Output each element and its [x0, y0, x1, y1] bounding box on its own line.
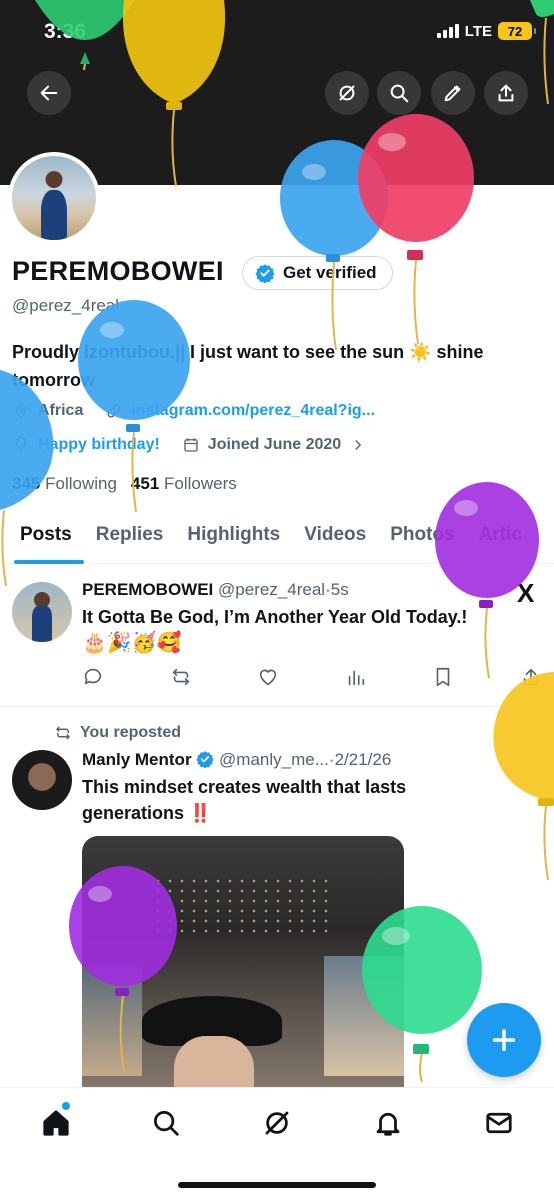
- back-arrow-icon: [40, 85, 58, 101]
- post-author-handle[interactable]: @manly_me...: [219, 750, 329, 769]
- bell-icon: [376, 1112, 400, 1136]
- post-header: PEREMOBOWEI @perez_4real·5s: [82, 580, 349, 600]
- profile-handle: @perez_4real: [12, 296, 120, 315]
- back-button[interactable]: [27, 71, 71, 115]
- tab-videos[interactable]: Videos: [292, 514, 378, 563]
- post-time: 5s: [330, 580, 349, 599]
- grok-button[interactable]: [325, 71, 369, 115]
- share-post-icon[interactable]: [520, 666, 542, 688]
- mail-icon: [486, 1112, 512, 1134]
- network-type: LTE: [464, 22, 492, 40]
- search-icon: [390, 84, 409, 103]
- status-indicators: LTE 72: [436, 22, 536, 40]
- calendar-icon: [184, 438, 198, 452]
- verified-badge-icon: [255, 264, 275, 283]
- avatar: [12, 156, 96, 240]
- profile-meta-row-2: Happy birthday! Joined June 2020: [12, 436, 367, 454]
- following-link[interactable]: 345 Following: [12, 474, 117, 494]
- compose-button[interactable]: [467, 1003, 541, 1077]
- followers-label: Followers: [164, 474, 237, 493]
- follow-stats: 345 Following 451 Followers: [12, 474, 237, 494]
- home-icon: [43, 1110, 69, 1136]
- followers-link[interactable]: 451 Followers: [131, 474, 237, 494]
- status-bar: 3:36 LTE 72: [0, 0, 554, 66]
- nav-search[interactable]: [151, 1108, 181, 1138]
- post-avatar[interactable]: [12, 582, 72, 642]
- following-label: Following: [45, 474, 117, 493]
- tab-articles[interactable]: Artic: [467, 514, 534, 563]
- edit-icon: [444, 85, 461, 102]
- grok-icon: [265, 1111, 289, 1135]
- post-time: 2/21/26: [334, 750, 392, 769]
- x-logo-icon: X: [517, 578, 535, 608]
- nav-grok[interactable]: [262, 1108, 292, 1138]
- repost-icon[interactable]: [170, 666, 192, 688]
- post-author-name[interactable]: Manly Mentor: [82, 750, 192, 769]
- grok-icon: [339, 85, 355, 101]
- nav-notifications[interactable]: [373, 1108, 403, 1138]
- profile-location: Africa: [38, 402, 84, 419]
- plus-icon: [492, 1028, 516, 1052]
- car-window: [324, 956, 404, 1076]
- views-icon[interactable]: [345, 666, 367, 688]
- profile-website-link[interactable]: instagram.com/perez_4real?ig...: [131, 402, 375, 420]
- post-text: It Gotta Be God, I’m Another Year Old To…: [82, 607, 468, 627]
- following-count: 345: [12, 474, 41, 493]
- profile-tabs: Posts Replies Highlights Videos Photos A…: [0, 514, 554, 564]
- notification-dot: [62, 1102, 70, 1110]
- balloon-icon: [15, 436, 27, 452]
- post-video[interactable]: [82, 836, 404, 1106]
- repost-label: You reposted: [80, 724, 182, 741]
- profile-avatar[interactable]: [8, 152, 100, 244]
- car-ceiling-lights: [152, 876, 332, 936]
- location-icon: [15, 404, 27, 419]
- post-divider: [0, 706, 554, 707]
- post-header: Manly Mentor @manly_me...·2/21/26: [82, 750, 391, 770]
- profile-meta-row-1: Africa instagram.com/perez_4real?ig...: [12, 402, 375, 420]
- chevron-right-icon[interactable]: [349, 436, 367, 454]
- get-verified-button[interactable]: Get verified: [242, 256, 393, 290]
- link-icon: [107, 404, 121, 418]
- followers-count: 451: [130, 474, 160, 493]
- post-emojis: 🎂🎉🥳🥰: [82, 632, 182, 654]
- share-icon: [498, 84, 514, 102]
- nav-home[interactable]: [41, 1108, 71, 1138]
- tab-photos[interactable]: Photos: [378, 514, 466, 563]
- like-icon[interactable]: [257, 666, 279, 688]
- profile-birthday[interactable]: Happy birthday!: [38, 436, 160, 454]
- verified-badge-icon: [196, 751, 214, 769]
- post-avatar[interactable]: [12, 750, 72, 810]
- edit-button[interactable]: [431, 71, 475, 115]
- signal-icon: [436, 24, 459, 38]
- post-actions: [82, 666, 542, 688]
- post-author-name[interactable]: PEREMOBOWEI: [82, 580, 213, 599]
- tab-highlights[interactable]: Highlights: [175, 514, 292, 563]
- battery-icon: 72: [498, 22, 536, 40]
- search-button[interactable]: [377, 71, 421, 115]
- profile-joined: Joined June 2020: [207, 436, 342, 453]
- tab-posts[interactable]: Posts: [0, 514, 84, 564]
- post-author-handle[interactable]: @perez_4real: [218, 580, 325, 599]
- get-verified-label: Get verified: [283, 263, 377, 282]
- bookmark-icon[interactable]: [432, 666, 454, 688]
- profile-display-name: PEREMOBOWEI: [12, 256, 224, 286]
- home-indicator[interactable]: [178, 1182, 376, 1188]
- repost-indicator: You reposted: [54, 724, 181, 742]
- search-icon: [154, 1111, 179, 1136]
- status-time: 3:36: [44, 20, 87, 43]
- tab-replies[interactable]: Replies: [84, 514, 176, 563]
- reply-icon[interactable]: [82, 666, 104, 688]
- car-window: [82, 966, 142, 1076]
- nav-messages[interactable]: [484, 1108, 514, 1138]
- profile-bio: Proudly Izontubou.|| I just want to see …: [12, 342, 484, 390]
- repost-small-icon: [55, 726, 71, 740]
- share-button[interactable]: [484, 71, 528, 115]
- post-text: This mindset creates wealth that lasts g…: [82, 777, 407, 823]
